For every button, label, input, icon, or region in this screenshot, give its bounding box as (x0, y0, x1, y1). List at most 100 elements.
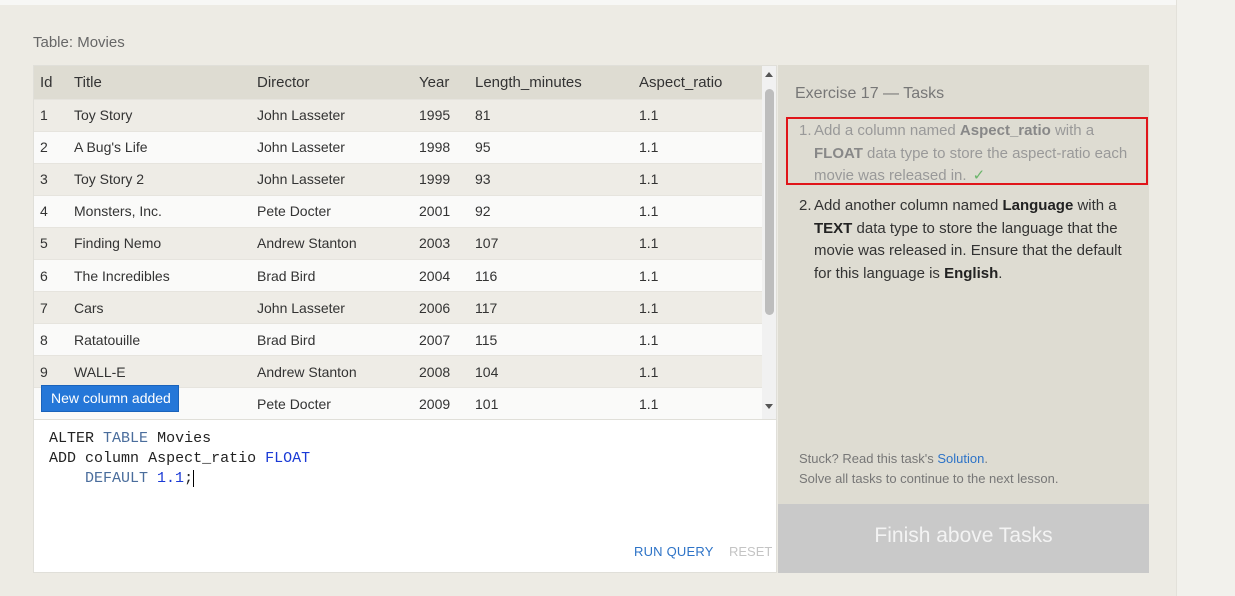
cell-title: A Bug's Life (68, 130, 251, 164)
table-row: 2A Bug's Life John Lasseter 1998 95 1.1 (34, 130, 762, 164)
task-bold: Aspect_ratio (959, 122, 1051, 139)
cell-year: 1995 (413, 98, 469, 132)
cell-year: 2008 (413, 355, 469, 388)
task-text: . (998, 264, 1003, 282)
cell-length: 92 (469, 194, 633, 228)
cell-id: 9 (34, 355, 68, 388)
cell-id: 4 (34, 194, 68, 228)
scroll-up-arrow-icon[interactable] (765, 72, 773, 77)
cell-director: John Lasseter (251, 130, 413, 164)
cell-length: 81 (469, 98, 633, 132)
task-text: with a (1073, 197, 1117, 214)
reset-button[interactable]: RESET (729, 544, 772, 559)
cell-id: 1 (34, 98, 68, 132)
table-row: 1 Toy Story John Lasseter 1995 81 1.1 (34, 98, 762, 132)
cell-length: 101 (469, 387, 633, 419)
cell-year: 2006 (413, 291, 469, 324)
cell-title: The Incredibles (68, 258, 251, 292)
table-row: 4 Monsters, Inc. Pete Docter 2001 92 1.1 (34, 194, 762, 228)
cell-id: 8 (34, 323, 68, 356)
code-keyword: column (85, 450, 140, 467)
task-2: 2. Add another column named Language wit… (799, 195, 1143, 285)
cell-director: Pete Docter (251, 194, 413, 228)
cell-title: WALL-E (68, 355, 251, 388)
stuck-text: . (984, 451, 988, 466)
solve-all-text: Solve all tasks to continue to the next … (799, 471, 1059, 486)
solution-link[interactable]: Solution (937, 451, 984, 466)
column-header-length: Length_minutes (469, 66, 633, 99)
cell-aspect-ratio: 1.1 (633, 226, 762, 260)
column-header-aspect-ratio: Aspect_ratio (633, 66, 762, 99)
cell-year: 2007 (413, 323, 469, 356)
results-table-container[interactable]: Id Title Director Year Length_minutes As… (33, 65, 777, 420)
cell-aspect-ratio: 1.1 (633, 258, 762, 292)
code-type: FLOAT (265, 450, 311, 467)
column-header-director: Director (251, 66, 413, 99)
code-keyword: TABLE (103, 430, 149, 447)
stuck-line: Stuck? Read this task's Solution. (799, 449, 1058, 469)
cell-aspect-ratio: 1.1 (633, 194, 762, 228)
cell-length: 116 (469, 258, 633, 292)
cell-aspect-ratio: 1.1 (633, 162, 762, 196)
code-identifier: Aspect_ratio (148, 450, 257, 467)
cell-director: Pete Docter (251, 387, 413, 419)
table-caption: Table: Movies (33, 34, 125, 51)
code-number: 1.1 (157, 470, 185, 487)
cell-year: 1999 (413, 162, 469, 196)
code-punctuation: ; (184, 470, 194, 487)
cell-length: 93 (469, 162, 633, 196)
task-text: Add another column named (814, 197, 1003, 214)
sql-editor[interactable]: ALTER TABLE Movies ADD column Aspect_rat… (33, 420, 777, 573)
run-query-button[interactable]: RUN QUERY (634, 544, 714, 559)
task-text: Add a column named (814, 122, 960, 139)
finish-tasks-button[interactable]: Finish above Tasks (778, 504, 1149, 573)
cell-year: 2009 (413, 387, 469, 419)
scroll-down-arrow-icon[interactable] (765, 404, 773, 409)
cell-length: 104 (469, 355, 633, 388)
table-row: 7 Cars John Lasseter 2006 117 1.1 (34, 291, 762, 324)
results-table: Id Title Director Year Length_minutes As… (34, 66, 762, 419)
cell-length: 95 (469, 130, 633, 164)
cell-director: John Lasseter (251, 98, 413, 132)
cell-title: Toy Story 2 (68, 162, 251, 196)
code-keyword: DEFAULT (85, 470, 149, 487)
table-row: 8 Ratatouille Brad Bird 2007 115 1.1 (34, 323, 762, 356)
table-header-row: Id Title Director Year Length_minutes As… (34, 66, 762, 99)
cell-id: 7 (34, 291, 68, 324)
cell-aspect-ratio: 1.1 (633, 98, 762, 132)
cell-director: John Lasseter (251, 291, 413, 324)
cell-director: Brad Bird (251, 323, 413, 356)
task-bold: Language (1002, 197, 1074, 214)
cell-aspect-ratio: 1.1 (633, 355, 762, 388)
column-header-id: Id (34, 66, 68, 99)
text-caret (193, 469, 195, 487)
stuck-text: Stuck? Read this task's (799, 451, 938, 466)
cell-title: Cars (68, 291, 251, 324)
cell-id: 2 (34, 130, 68, 164)
table-row: 5 Finding Nemo Andrew Stanton 2003 107 1.1 (34, 226, 762, 260)
cell-title: Toy Story (68, 98, 251, 132)
cell-title: Monsters, Inc. (68, 194, 251, 228)
cell-year: 2001 (413, 194, 469, 228)
scrollbar-thumb[interactable] (765, 89, 774, 315)
code-keyword: ALTER (49, 430, 95, 447)
check-icon: ✓ (972, 167, 986, 184)
cell-year: 2004 (413, 258, 469, 292)
tasks-panel: Exercise 17 — Tasks 1. Add a column name… (778, 65, 1149, 573)
cell-length: 115 (469, 323, 633, 356)
task-number: 1. (799, 122, 812, 139)
cell-year: 1998 (413, 130, 469, 164)
cell-length: 107 (469, 226, 633, 260)
cell-aspect-ratio: 1.1 (633, 130, 762, 164)
task-bold: FLOAT (814, 144, 863, 162)
table-scrollbar[interactable] (762, 66, 776, 419)
cell-director: Andrew Stanton (251, 355, 413, 388)
cell-aspect-ratio: 1.1 (633, 291, 762, 324)
cell-year: 2003 (413, 226, 469, 260)
cell-aspect-ratio: 1.1 (633, 323, 762, 356)
sql-code[interactable]: ALTER TABLE Movies ADD column Aspect_rat… (49, 429, 310, 489)
table-row: 9 WALL-E Andrew Stanton 2008 104 1.1 (34, 355, 762, 388)
table-row: 3 Toy Story 2 John Lasseter 1999 93 1.1 (34, 162, 762, 196)
cell-title: Finding Nemo (68, 226, 251, 260)
task-bold: TEXT (814, 219, 853, 237)
